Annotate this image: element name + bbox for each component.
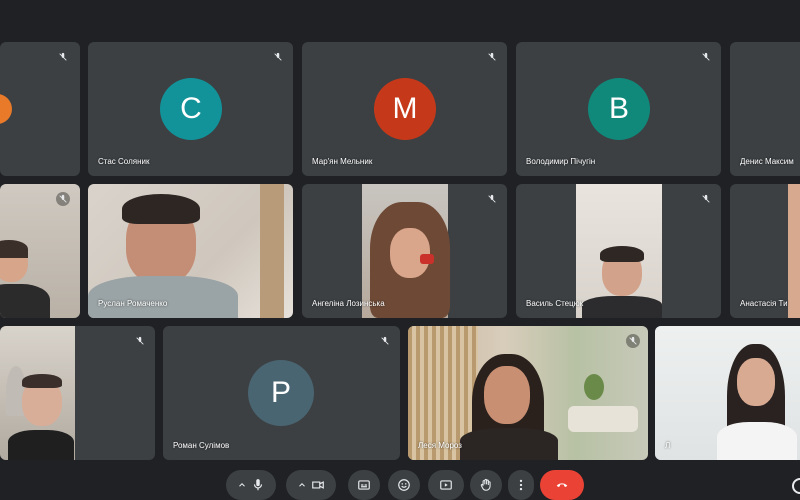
door-frame <box>260 184 284 318</box>
avatar: Р <box>248 360 314 426</box>
participant-tile[interactable]: С Стас Соляник <box>88 42 293 176</box>
person-silhouette <box>737 358 775 406</box>
participant-tile[interactable] <box>0 42 80 176</box>
muted-mic-icon <box>133 334 147 348</box>
participant-tile[interactable]: Руслан Ромаченко <box>88 184 293 318</box>
more-vertical-icon <box>519 479 523 491</box>
person-silhouette <box>0 284 50 318</box>
participant-name: Л <box>665 441 671 450</box>
avatar: В <box>588 78 650 140</box>
sofa <box>568 406 638 432</box>
person-silhouette <box>582 296 662 318</box>
muted-mic-icon <box>485 192 499 206</box>
present-button[interactable] <box>428 470 464 500</box>
person-silhouette <box>22 374 62 388</box>
person-silhouette <box>8 430 74 460</box>
participant-name: Роман Сулімов <box>173 441 230 450</box>
chevron-up-icon <box>239 483 245 487</box>
audio-options-button[interactable] <box>226 470 276 500</box>
microphone-icon <box>253 479 263 491</box>
person-silhouette <box>122 194 200 224</box>
captions-icon <box>358 480 370 490</box>
person-silhouette <box>0 240 28 258</box>
muted-mic-icon <box>699 192 713 206</box>
hang-up-icon <box>556 483 568 488</box>
muted-mic-icon <box>378 334 392 348</box>
person-silhouette <box>390 228 430 278</box>
person-silhouette <box>460 428 558 460</box>
avatar: М <box>374 78 436 140</box>
participant-name: Василь Стецюк <box>526 299 584 308</box>
participant-name: Мар'ян Мельник <box>312 157 373 166</box>
participant-tile[interactable]: В Володимир Пічугін <box>516 42 721 176</box>
person-silhouette <box>600 246 644 262</box>
video-feed <box>788 184 800 318</box>
info-icon[interactable] <box>792 478 800 494</box>
participant-name: Стас Соляник <box>98 157 150 166</box>
muted-mic-icon <box>626 334 640 348</box>
participant-tile[interactable]: Ангеліна Лозинська <box>302 184 507 318</box>
captions-button[interactable] <box>348 470 380 500</box>
video-options-button[interactable] <box>286 470 336 500</box>
chevron-up-icon <box>299 483 305 487</box>
muted-mic-icon <box>699 50 713 64</box>
participant-name: Володимир Пічугін <box>526 157 596 166</box>
muted-mic-icon <box>56 192 70 206</box>
more-options-button[interactable] <box>508 470 534 500</box>
participant-name: Ангеліна Лозинська <box>312 299 385 308</box>
person-silhouette <box>88 276 238 318</box>
participant-tile[interactable] <box>0 184 80 318</box>
emoji-button[interactable] <box>388 470 420 500</box>
person-silhouette <box>484 366 530 424</box>
participant-tile[interactable]: Василь Стецюк <box>516 184 721 318</box>
participant-tile[interactable]: Р Роман Сулімов <box>163 326 400 460</box>
avatar: С <box>160 78 222 140</box>
hand-icon <box>480 478 491 491</box>
muted-mic-icon <box>271 50 285 64</box>
camera-icon <box>312 481 324 489</box>
participant-tile[interactable]: Леся Мороз <box>408 326 648 460</box>
muted-mic-icon <box>485 50 499 64</box>
participant-name: Руслан Ромаченко <box>98 299 168 308</box>
avatar <box>0 94 12 124</box>
participant-tile[interactable]: М Мар'ян Мельник <box>302 42 507 176</box>
participant-tile[interactable] <box>0 326 155 460</box>
leave-call-button[interactable] <box>540 470 584 500</box>
plant <box>584 374 604 400</box>
raise-hand-button[interactable] <box>470 470 502 500</box>
emoji-icon <box>398 479 410 491</box>
present-screen-icon <box>440 480 452 490</box>
muted-mic-icon <box>56 50 70 64</box>
participant-tile-speaking[interactable]: Л <box>655 326 800 460</box>
participant-tile[interactable]: Денис Максим <box>730 42 800 176</box>
person-silhouette <box>420 254 434 264</box>
participant-name: Леся Мороз <box>418 441 462 450</box>
participant-name: Анастасія Ти <box>740 299 788 308</box>
participant-name: Денис Максим <box>740 157 794 166</box>
participant-tile[interactable]: Анастасія Ти <box>730 184 800 318</box>
person-silhouette <box>717 422 797 460</box>
